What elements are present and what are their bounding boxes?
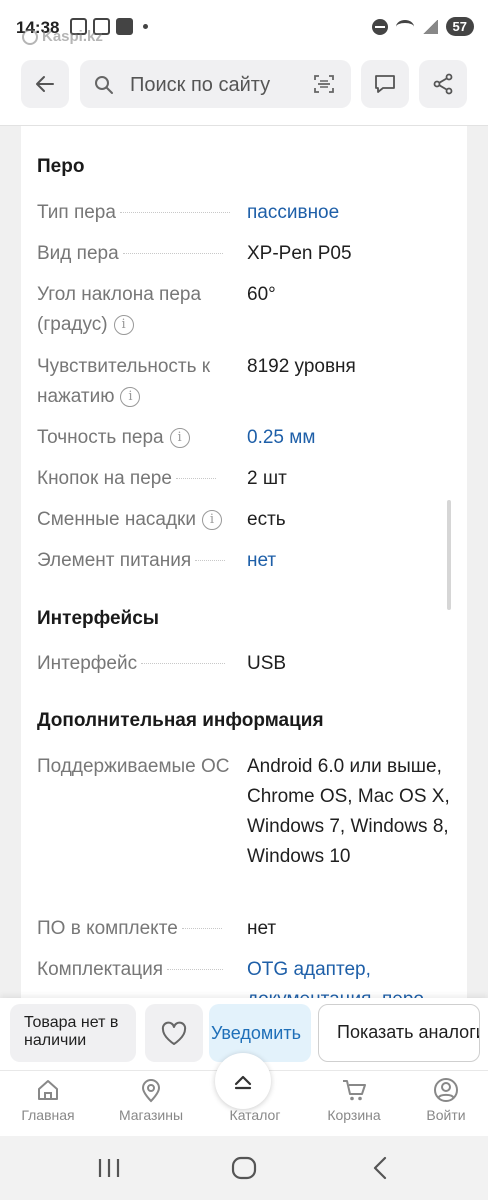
info-icon[interactable]: i [201, 509, 222, 530]
section-title-extra: Дополнительная информация [37, 710, 324, 731]
specifications-panel: Перо Тип пера пассивное Вид пера XP-Pen … [21, 126, 467, 1000]
recent-apps-icon[interactable] [96, 1156, 122, 1180]
spec-value-link[interactable]: OTG адаптер, документация, перо [247, 955, 457, 1000]
scrollbar-thumb[interactable] [447, 500, 451, 610]
spec-value: Android 6.0 или выше, Chrome OS, Mac OS … [247, 756, 450, 867]
nav-label: Главная [21, 1107, 75, 1123]
top-header: Поиск по сайту [0, 56, 488, 126]
stock-status: Товара нет в наличии [10, 1004, 136, 1062]
cart-icon [343, 1080, 366, 1101]
kaspi-logo-icon [22, 28, 38, 45]
spec-label: Поддерживаемые ОС [37, 756, 230, 777]
spec-label: Комплектация [37, 959, 164, 980]
share-icon [433, 73, 453, 95]
chat-icon [375, 75, 395, 93]
spec-value: есть [247, 509, 286, 530]
arrow-left-icon [36, 76, 54, 92]
show-alternatives-button[interactable]: Показать аналоги [318, 1004, 480, 1062]
spec-label: Элемент питания [37, 550, 192, 571]
spec-label: Вид пера [37, 243, 119, 264]
chat-button[interactable] [361, 60, 409, 108]
spec-value: 60° [247, 284, 276, 305]
back-button[interactable] [21, 60, 69, 108]
back-nav-icon[interactable] [370, 1156, 390, 1180]
heart-icon [161, 1021, 187, 1045]
more-notifications-icon [143, 24, 148, 29]
spec-value-link[interactable]: нет [247, 546, 457, 576]
system-status-icons: 57 [371, 17, 474, 36]
spec-value: USB [247, 653, 287, 674]
wifi-icon [395, 19, 414, 34]
nav-item-home[interactable]: Главная [3, 1077, 93, 1123]
search-input[interactable]: Поиск по сайту [80, 60, 351, 108]
spec-label: Сменные насадки [37, 509, 196, 530]
system-navigation-bar [0, 1136, 488, 1200]
watermark-text: Kaspi.kz [42, 28, 103, 45]
search-icon [95, 76, 113, 94]
user-icon [434, 1078, 458, 1102]
spec-label: Точность пера [37, 427, 164, 448]
info-icon[interactable]: i [169, 427, 190, 448]
share-button[interactable] [419, 60, 467, 108]
notify-button[interactable]: Уведомить [209, 1004, 311, 1062]
signal-icon [421, 19, 438, 34]
nav-item-login[interactable]: Войти [401, 1077, 488, 1123]
spec-label: ПО в комплекте [37, 918, 178, 939]
spec-value: нет [247, 918, 277, 939]
battery-indicator: 57 [445, 17, 474, 36]
search-placeholder: Поиск по сайту [130, 74, 271, 96]
status-bar: 14:38 Kaspi.kz 57 [0, 0, 488, 56]
nav-item-stores[interactable]: Магазины [106, 1077, 196, 1123]
nav-label: Корзина [327, 1107, 381, 1123]
spec-label: Интерфейс [37, 653, 138, 674]
section-title-interfaces: Интерфейсы [37, 608, 160, 629]
spec-value-link[interactable]: 0.25 мм [247, 423, 457, 453]
linkedin-notification-icon [116, 18, 133, 35]
scroll-to-top-button[interactable] [215, 1053, 271, 1109]
info-icon[interactable]: i [120, 386, 141, 407]
home-icon [38, 1080, 58, 1100]
spec-value: 8192 уровня [247, 356, 356, 377]
nav-label: Магазины [118, 1107, 184, 1123]
spec-value-link[interactable]: пассивное [247, 198, 457, 228]
spec-value: XP-Pen P05 [247, 243, 352, 264]
barcode-scan-icon[interactable] [313, 73, 335, 95]
nav-label: Войти [426, 1107, 466, 1123]
favorite-button[interactable] [145, 1004, 203, 1062]
section-title-pen: Перо [37, 156, 85, 177]
spec-label: Кнопок на пере [37, 468, 172, 489]
home-button-icon[interactable] [230, 1156, 258, 1180]
chevron-up-icon [234, 1075, 252, 1090]
spec-label: Тип пера [37, 202, 116, 223]
nav-item-cart[interactable]: Корзина [309, 1077, 399, 1123]
kaspi-watermark: Kaspi.kz [22, 28, 103, 45]
map-pin-icon [141, 1079, 161, 1103]
do-not-disturb-icon [371, 18, 388, 35]
spec-value: 2 шт [247, 468, 287, 489]
nav-label: Каталог [229, 1107, 281, 1123]
info-icon[interactable]: i [113, 314, 134, 335]
